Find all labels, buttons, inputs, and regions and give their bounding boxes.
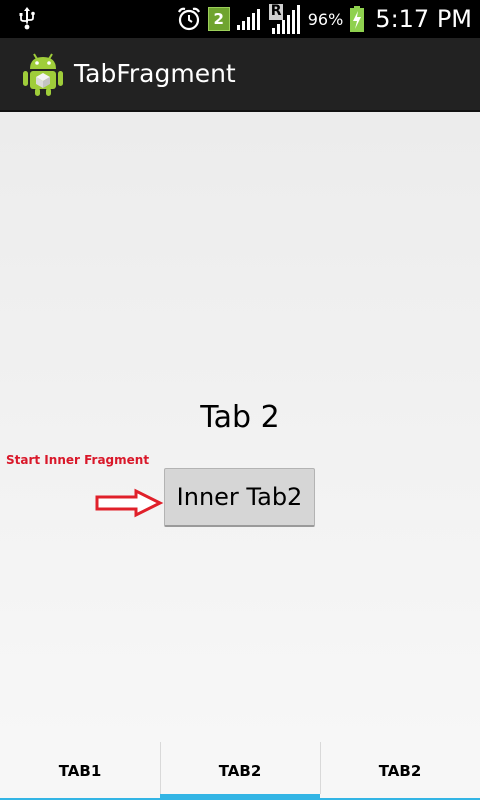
action-bar: TabFragment [0,38,480,112]
android-icon [23,53,63,96]
annotation-text: Start Inner Fragment [6,453,150,467]
inner-tab2-button[interactable]: Inner Tab2 [164,468,315,527]
tab-2[interactable]: TAB2 [160,742,320,800]
tab-3[interactable]: TAB2 [320,742,480,800]
tab-1[interactable]: TAB1 [0,742,160,800]
app-title: TabFragment [74,59,236,88]
roaming-signal-icon: R [268,2,302,36]
battery-charging-icon [350,6,365,32]
tab-heading: Tab 2 [200,400,280,435]
tab-bar: TAB1 TAB2 TAB2 [0,742,480,800]
status-icons: 2 R 96% 5:17 PM [176,0,472,38]
battery-percent: 96% [307,9,344,29]
notification-badge: 2 [207,7,230,31]
arrow-right-icon [95,488,164,518]
tab-content: Tab 2 Start Inner Fragment Inner Tab2 [0,112,480,742]
clock: 5:17 PM [375,5,472,33]
usb-icon [19,7,35,30]
roaming-letter: R [270,3,282,19]
signal-icon [236,9,260,30]
status-bar: 2 R 96% 5:17 PM [0,0,480,38]
alarm-icon [177,7,200,31]
